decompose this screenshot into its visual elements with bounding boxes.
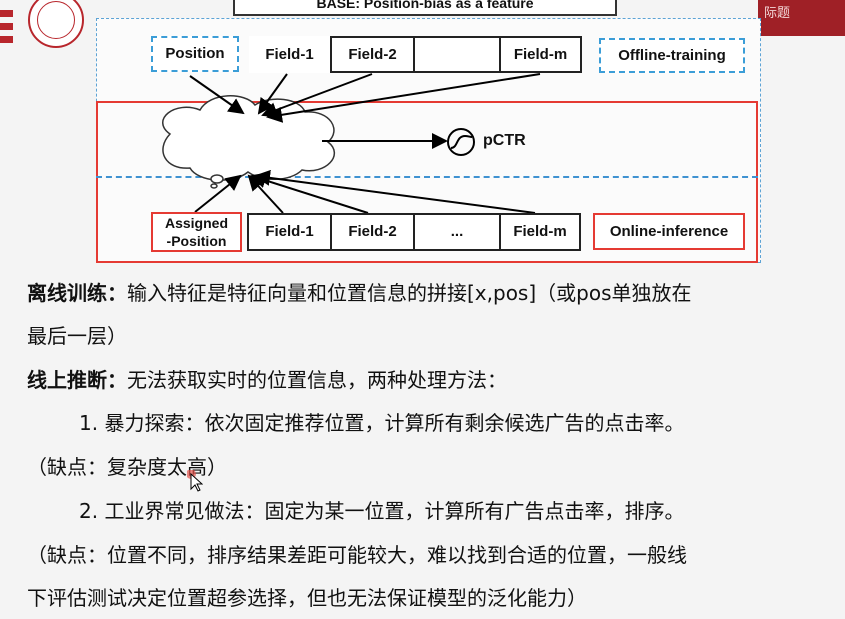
method-1: 1. 暴力探索：依次固定推荐位置，计算所有剩余候选广告的点击率。 <box>79 411 685 435</box>
online-inference-lead: 线上推断： <box>27 368 127 392</box>
online-inference-body: 无法获取实时的位置信息，两种处理方法： <box>127 368 507 392</box>
offline-field-1: Field-1 <box>249 36 332 73</box>
pctr-label: pCTR <box>483 132 526 149</box>
method-2-drawback-line1: （缺点：位置不同，排序结果差距可能较大，难以找到合适的位置，一般线 <box>27 543 687 567</box>
offline-field-2: Field-2 <box>332 38 415 71</box>
offline-field-m: Field-m <box>501 38 580 71</box>
diagram-arrows <box>162 73 541 214</box>
paragraph-online-inference: 线上推断：无法获取实时的位置信息，两种处理方法： <box>27 368 507 392</box>
online-inference-tag: Online-inference <box>593 213 745 250</box>
assigned-position-box: Assigned -Position <box>151 212 242 252</box>
online-field-1: Field-1 <box>249 215 332 249</box>
method-2-drawback-line2: 下评估测试决定位置超参选择，但也无法保证模型的泛化能力） <box>27 586 587 610</box>
paragraph-offline-training: 离线训练：输入特征是特征向量和位置信息的拼接[x,pos]（或pos单独放在 <box>27 281 692 305</box>
online-field-m: Field-m <box>501 215 579 249</box>
position-box: Position <box>151 36 239 72</box>
offline-training-continued: 最后一层） <box>27 324 127 348</box>
online-field-ellipsis: ... <box>415 215 501 249</box>
offline-training-tag: Offline-training <box>599 38 745 73</box>
mouse-cursor-icon <box>187 470 203 492</box>
offline-training-lead: 离线训练： <box>27 281 127 305</box>
method-2: 2. 工业界常见做法：固定为某一位置，计算所有广告点击率，排序。 <box>79 499 685 523</box>
online-field-2: Field-2 <box>332 215 415 249</box>
offline-training-body: 输入特征是特征向量和位置信息的拼接[x,pos]（或pos单独放在 <box>127 281 692 305</box>
sigmoid-icon <box>447 128 475 156</box>
offline-field-blank <box>415 38 501 71</box>
